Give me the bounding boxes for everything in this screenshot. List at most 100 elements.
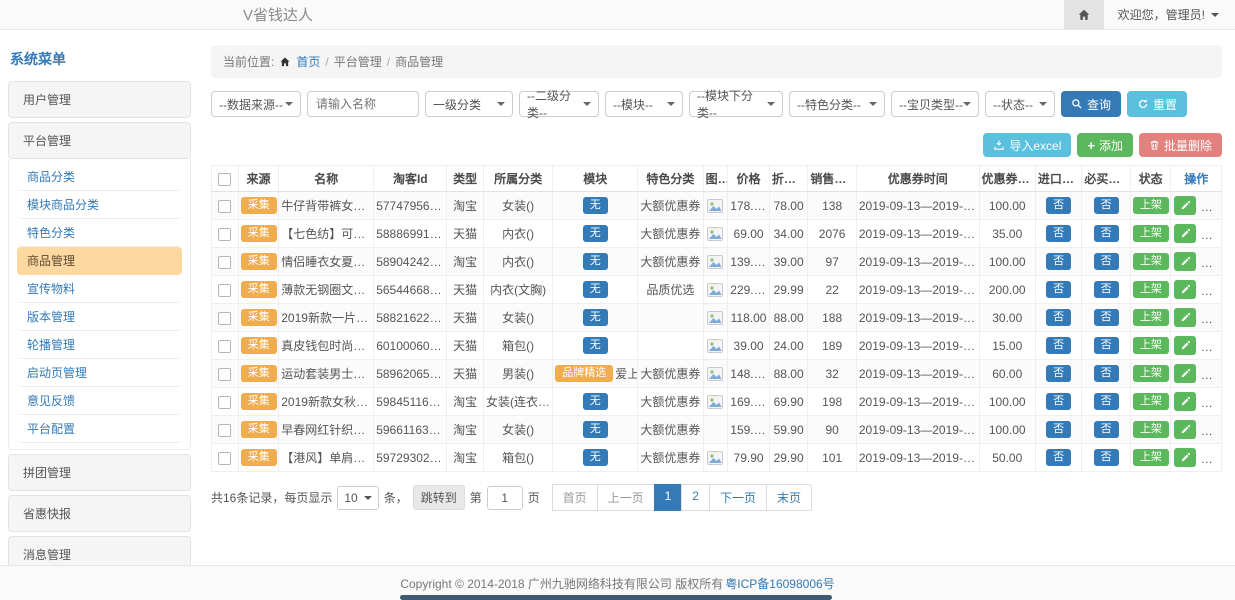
- sidebar-item[interactable]: 拼团管理: [8, 454, 191, 491]
- row-checkbox[interactable]: [218, 396, 231, 409]
- pager-button[interactable]: 2: [681, 484, 710, 511]
- sidebar-submenu-item[interactable]: 模块商品分类: [17, 191, 182, 219]
- home-button[interactable]: [1064, 0, 1104, 29]
- reset-button[interactable]: 重置: [1127, 91, 1187, 117]
- sidebar-item-user-mgmt[interactable]: 用户管理: [8, 81, 191, 118]
- level1-category-select[interactable]: 一级分类: [425, 91, 513, 117]
- delete-button[interactable]: [1202, 252, 1222, 271]
- row-checkbox[interactable]: [218, 256, 231, 269]
- row-checkbox[interactable]: [218, 340, 231, 353]
- import-select-toggle[interactable]: 否: [1046, 337, 1071, 355]
- must-buy-toggle[interactable]: 否: [1094, 309, 1119, 327]
- sidebar-submenu-item[interactable]: 轮播管理: [17, 331, 182, 359]
- must-buy-toggle[interactable]: 否: [1094, 393, 1119, 411]
- status-toggle[interactable]: 上架: [1133, 225, 1169, 243]
- import-select-toggle[interactable]: 否: [1046, 421, 1071, 439]
- sidebar-submenu-item[interactable]: 商品管理: [17, 247, 182, 275]
- edit-button[interactable]: [1174, 196, 1196, 215]
- status-toggle[interactable]: 上架: [1133, 197, 1169, 215]
- icp-link[interactable]: 粤ICP备16098006号: [725, 575, 834, 592]
- must-buy-toggle[interactable]: 否: [1094, 225, 1119, 243]
- delete-button[interactable]: [1202, 364, 1222, 383]
- pager-button[interactable]: 首页: [552, 484, 598, 511]
- sidebar-submenu-item[interactable]: 平台配置: [17, 415, 182, 443]
- module-select[interactable]: --模块--: [605, 91, 683, 117]
- status-toggle[interactable]: 上架: [1133, 393, 1169, 411]
- import-select-toggle[interactable]: 否: [1046, 225, 1071, 243]
- delete-button[interactable]: [1202, 224, 1222, 243]
- sidebar-submenu-item[interactable]: 版本管理: [17, 303, 182, 331]
- import-select-toggle[interactable]: 否: [1046, 281, 1071, 299]
- batch-delete-button[interactable]: 批量删除: [1139, 133, 1222, 157]
- per-page-select[interactable]: 10: [337, 486, 378, 510]
- edit-button[interactable]: [1174, 448, 1196, 467]
- delete-button[interactable]: [1202, 308, 1222, 327]
- horizontal-scrollbar-thumb[interactable]: [400, 595, 832, 600]
- row-checkbox[interactable]: [218, 368, 231, 381]
- sidebar-item-platform-mgmt[interactable]: 平台管理: [8, 122, 191, 159]
- row-checkbox[interactable]: [218, 200, 231, 213]
- sidebar-item[interactable]: 省惠快报: [8, 495, 191, 532]
- import-excel-button[interactable]: 导入excel: [983, 133, 1071, 157]
- delete-button[interactable]: [1202, 196, 1222, 215]
- sidebar-item[interactable]: 消息管理: [8, 536, 191, 565]
- edit-button[interactable]: [1174, 392, 1196, 411]
- row-checkbox[interactable]: [218, 312, 231, 325]
- module-sub-category-select[interactable]: --模块下分类--: [689, 91, 783, 117]
- edit-button[interactable]: [1174, 280, 1196, 299]
- sidebar-submenu-item[interactable]: 商品分类: [17, 163, 182, 191]
- must-buy-toggle[interactable]: 否: [1094, 253, 1119, 271]
- edit-button[interactable]: [1174, 364, 1196, 383]
- data-source-select[interactable]: --数据来源--: [211, 91, 301, 117]
- delete-button[interactable]: [1202, 392, 1222, 411]
- must-buy-toggle[interactable]: 否: [1094, 281, 1119, 299]
- breadcrumb-home-link[interactable]: 首页: [296, 53, 320, 70]
- import-select-toggle[interactable]: 否: [1046, 393, 1071, 411]
- import-select-toggle[interactable]: 否: [1046, 309, 1071, 327]
- user-menu[interactable]: 欢迎您，管理员!: [1104, 6, 1235, 23]
- status-select[interactable]: --状态--: [985, 91, 1055, 117]
- edit-button[interactable]: [1174, 224, 1196, 243]
- status-toggle[interactable]: 上架: [1133, 309, 1169, 327]
- row-checkbox[interactable]: [218, 452, 231, 465]
- row-checkbox[interactable]: [218, 424, 231, 437]
- status-toggle[interactable]: 上架: [1133, 281, 1169, 299]
- query-button[interactable]: 查询: [1061, 91, 1121, 117]
- pager-button[interactable]: 1: [654, 484, 683, 511]
- must-buy-toggle[interactable]: 否: [1094, 421, 1119, 439]
- item-type-select[interactable]: --宝贝类型--: [891, 91, 979, 117]
- delete-button[interactable]: [1202, 336, 1222, 355]
- must-buy-toggle[interactable]: 否: [1094, 337, 1119, 355]
- sidebar-submenu-item[interactable]: 特色分类: [17, 219, 182, 247]
- edit-button[interactable]: [1174, 252, 1196, 271]
- edit-button[interactable]: [1174, 336, 1196, 355]
- name-search-input[interactable]: [307, 91, 419, 117]
- page-number-input[interactable]: [487, 486, 523, 510]
- row-checkbox[interactable]: [218, 228, 231, 241]
- pager-button[interactable]: 下一页: [709, 484, 767, 511]
- select-all-checkbox[interactable]: [218, 173, 231, 186]
- status-toggle[interactable]: 上架: [1133, 365, 1169, 383]
- delete-button[interactable]: [1202, 420, 1222, 439]
- delete-button[interactable]: [1202, 280, 1222, 299]
- jump-to-button[interactable]: 跳转到: [413, 485, 465, 510]
- row-checkbox[interactable]: [218, 284, 231, 297]
- feature-category-select[interactable]: --特色分类--: [789, 91, 885, 117]
- must-buy-toggle[interactable]: 否: [1094, 365, 1119, 383]
- pager-button[interactable]: 上一页: [597, 484, 655, 511]
- delete-button[interactable]: [1202, 448, 1222, 467]
- status-toggle[interactable]: 上架: [1133, 449, 1169, 467]
- pager-button[interactable]: 末页: [766, 484, 812, 511]
- edit-button[interactable]: [1174, 420, 1196, 439]
- status-toggle[interactable]: 上架: [1133, 421, 1169, 439]
- level2-category-select[interactable]: --二级分类--: [519, 91, 599, 117]
- import-select-toggle[interactable]: 否: [1046, 365, 1071, 383]
- status-toggle[interactable]: 上架: [1133, 337, 1169, 355]
- status-toggle[interactable]: 上架: [1133, 253, 1169, 271]
- must-buy-toggle[interactable]: 否: [1094, 197, 1119, 215]
- must-buy-toggle[interactable]: 否: [1094, 449, 1119, 467]
- add-button[interactable]: + 添加: [1077, 133, 1133, 157]
- sidebar-submenu-item[interactable]: 宣传物料: [17, 275, 182, 303]
- edit-button[interactable]: [1174, 308, 1196, 327]
- import-select-toggle[interactable]: 否: [1046, 197, 1071, 215]
